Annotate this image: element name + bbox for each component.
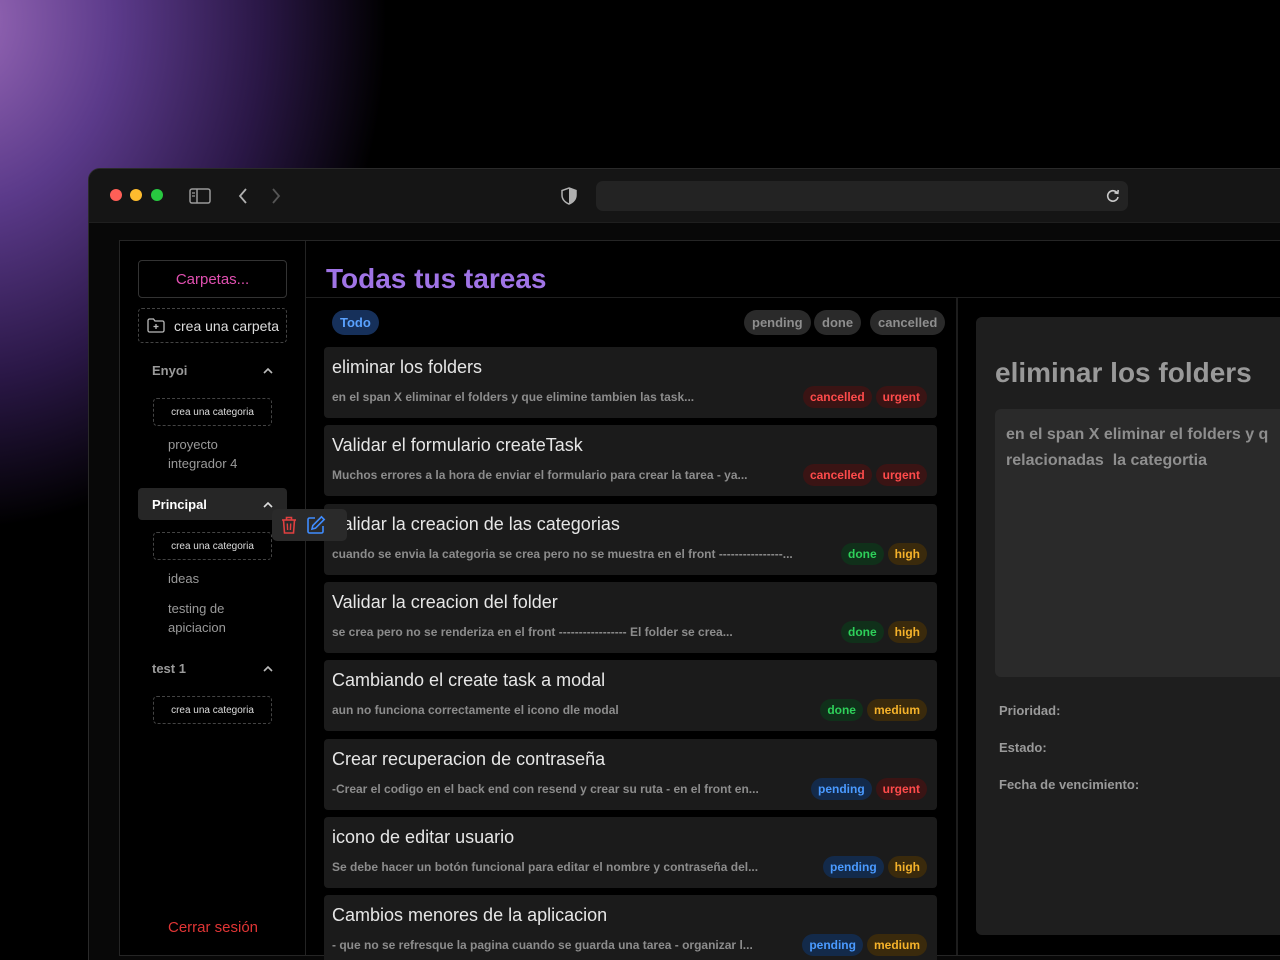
browser-toolbar (89, 169, 1280, 223)
folder-name: Principal (152, 496, 207, 512)
task-title: Cambiando el create task a modal (332, 670, 606, 690)
app-container: Carpetas... crea una carpeta Enyoi crea … (119, 240, 1280, 960)
folder-enyoi[interactable]: Enyoi (138, 354, 287, 386)
category-item[interactable]: proyecto integrador 4 (168, 435, 278, 473)
priority-badge: high (887, 856, 927, 878)
reload-icon[interactable] (1104, 187, 1122, 205)
category-item[interactable]: testing de apiciacion (168, 599, 278, 637)
maximize-window-button[interactable] (151, 189, 163, 201)
task-detail-panel: eliminar los folders en el span X elimin… (976, 317, 1280, 935)
folder-test-1[interactable]: test 1 (138, 652, 287, 684)
task-title: Validar el formulario createTask (332, 435, 583, 455)
create-folder-label: crea una carpeta (174, 317, 280, 334)
task-title: icono de editar usuario (332, 827, 515, 847)
sidebar: Carpetas... crea una carpeta Enyoi crea … (120, 241, 306, 955)
detail-title: eliminar los folders (995, 357, 1252, 388)
priority-badge: urgent (875, 778, 927, 800)
task-tags: cancelled urgent (802, 464, 927, 486)
task-card[interactable]: eliminar los folders en el span X elimina… (324, 347, 937, 418)
status-badge: cancelled (802, 386, 872, 408)
filter-cancelled[interactable]: cancelled (870, 310, 946, 335)
category-item[interactable]: ideas (168, 569, 278, 588)
edit-icon[interactable] (306, 515, 326, 535)
task-tags: done medium (820, 699, 927, 721)
task-description: cuando se envia la categoria se crea per… (332, 547, 793, 561)
logout-button[interactable]: Cerrar sesión (120, 919, 306, 936)
chevron-up-icon[interactable] (263, 367, 273, 374)
task-title: eliminar los folders (332, 357, 483, 377)
task-title: Crear recuperacion de contraseña (332, 749, 606, 769)
minimize-window-button[interactable] (130, 189, 142, 201)
status-badge: done (820, 699, 863, 721)
detail-status-label: Estado: (999, 740, 1047, 755)
folders-button[interactable]: Carpetas... (138, 260, 287, 298)
task-tags: pending urgent (810, 778, 927, 800)
address-bar[interactable] (596, 181, 1128, 211)
pane-divider (956, 298, 958, 955)
page-title: Todas tus tareas (326, 263, 547, 294)
create-category-button[interactable]: crea una categoria (153, 398, 272, 426)
task-description: -Crear el codigo en el back end con rese… (332, 782, 759, 796)
task-card[interactable]: Validar el formulario createTask Muchos e… (324, 425, 937, 496)
sidebar-toggle-icon[interactable] (189, 185, 211, 207)
task-title: Validar la creacion de las categorias (332, 514, 620, 534)
task-card[interactable]: Crear recuperacion de contraseña -Crear e… (324, 739, 937, 810)
create-folder-button[interactable]: crea una carpeta (138, 308, 287, 343)
task-description: Se debe hacer un botón funcional para ed… (332, 860, 759, 874)
task-tags: pending high (823, 856, 927, 878)
status-badge: done (841, 543, 884, 565)
priority-badge: medium (866, 934, 927, 956)
forward-arrow-icon[interactable] (267, 185, 285, 207)
main-content: Todas tus tareas Todo pending done cance… (306, 241, 1280, 960)
filter-pending[interactable]: pending (744, 310, 811, 335)
task-card[interactable]: Cambiando el create task a modal aun no f… (324, 660, 937, 731)
task-title: Cambios menores de la aplicacion (332, 905, 608, 925)
status-badge: done (841, 621, 884, 643)
chevron-up-icon[interactable] (263, 501, 273, 508)
task-tags: done high (841, 543, 927, 565)
task-description: aun no funciona correctamente el icono d… (332, 703, 619, 717)
task-tags: done high (841, 621, 927, 643)
task-description: Muchos errores a la hora de enviar el fo… (332, 468, 748, 482)
filter-todo[interactable]: Todo (332, 310, 379, 335)
status-badge: pending (810, 778, 872, 800)
task-card[interactable]: Cambios menores de la aplicacion - que no… (324, 895, 937, 960)
folder-plus-icon (147, 318, 165, 333)
chevron-up-icon[interactable] (263, 665, 273, 672)
status-badge: pending (823, 856, 884, 878)
status-badge: pending (802, 934, 863, 956)
folder-principal[interactable]: Principal (138, 488, 287, 520)
folder-actions-popover (272, 509, 347, 541)
create-category-button[interactable]: crea una categoria (153, 696, 272, 724)
task-card[interactable]: Validar la creacion de las categorias cua… (324, 504, 937, 575)
filter-done[interactable]: done (814, 310, 862, 335)
task-card[interactable]: icono de editar usuario Se debe hacer un … (324, 817, 937, 888)
folder-name: Enyoi (152, 362, 188, 378)
status-badge: cancelled (802, 464, 872, 486)
detail-description[interactable]: en el span X eliminar el folders y q rel… (995, 409, 1280, 677)
priority-badge: medium (866, 699, 927, 721)
task-description: en el span X eliminar el folders y que e… (332, 390, 695, 404)
detail-due-date-label: Fecha de vencimiento: (999, 777, 1140, 792)
task-description: - que no se refresque la pagina cuando s… (332, 938, 753, 952)
folder-name: test 1 (152, 660, 186, 676)
priority-badge: high (887, 621, 927, 643)
trash-icon[interactable] (280, 515, 298, 535)
task-tags: cancelled urgent (802, 386, 927, 408)
title-divider (306, 297, 1280, 298)
priority-badge: urgent (875, 386, 927, 408)
detail-priority-label: Prioridad: (999, 703, 1061, 718)
task-card[interactable]: Validar la creacion del folder se crea pe… (324, 582, 937, 653)
task-title: Validar la creacion del folder (332, 592, 558, 612)
task-tags: pending medium (802, 934, 927, 956)
priority-badge: urgent (875, 464, 927, 486)
close-window-button[interactable] (110, 189, 122, 201)
back-arrow-icon[interactable] (234, 185, 252, 207)
task-description: se crea pero no se renderiza en el front… (332, 625, 733, 639)
create-category-button[interactable]: crea una categoria (153, 532, 272, 560)
browser-window: Carpetas... crea una carpeta Enyoi crea … (88, 168, 1280, 960)
priority-badge: high (887, 543, 927, 565)
privacy-shield-icon[interactable] (559, 185, 579, 207)
